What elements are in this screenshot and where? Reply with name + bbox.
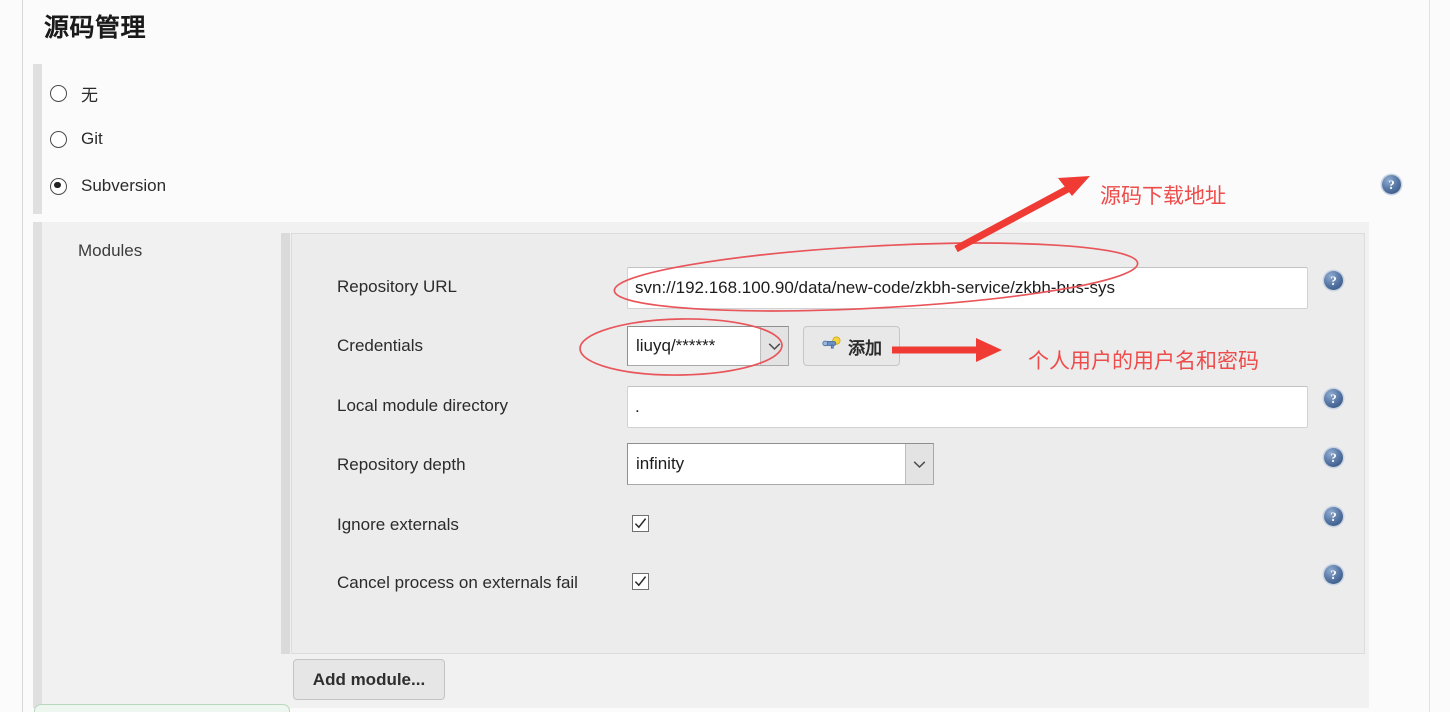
radio-git[interactable]	[50, 130, 67, 148]
subversion-module-form: Repository URL svn://192.168.100.90/data…	[291, 233, 1365, 654]
cancel-process-on-externals-fail-checkbox[interactable]	[632, 573, 649, 590]
repository-depth-select[interactable]: infinity	[627, 443, 934, 485]
scm-option-none-label: 无	[81, 85, 98, 105]
add-credentials-button[interactable]: 添加	[803, 326, 900, 366]
add-module-button[interactable]: Add module...	[293, 659, 445, 700]
field-local-module-directory: Local module directory	[337, 396, 508, 416]
module-inner-guide-bar	[281, 233, 290, 654]
ignore-externals-label: Ignore externals	[337, 515, 459, 534]
cancel-process-on-externals-fail-label: Cancel process on externals fail	[337, 573, 578, 592]
scm-option-subversion[interactable]: Subversion	[50, 171, 166, 201]
add-module-button-label: Add module...	[312, 669, 426, 689]
bottom-status-strip	[34, 704, 290, 712]
field-repository-url: Repository URL	[337, 277, 457, 297]
help-icon-ignore-externals[interactable]: ?	[1324, 507, 1343, 526]
repository-depth-label: Repository depth	[337, 455, 466, 474]
scm-option-none[interactable]: 无	[50, 78, 98, 108]
field-repository-depth: Repository depth	[337, 455, 466, 475]
add-credentials-button-label: 添加	[848, 338, 882, 358]
credentials-label: Credentials	[337, 336, 423, 355]
chevron-down-icon[interactable]	[905, 444, 933, 484]
repository-url-input[interactable]: svn://192.168.100.90/data/new-code/zkbh-…	[627, 267, 1308, 309]
modules-guide-bar	[33, 222, 42, 708]
page-left-divider	[22, 0, 23, 712]
help-icon-repository-depth[interactable]: ?	[1324, 448, 1343, 467]
ignore-externals-checkbox[interactable]	[632, 515, 649, 532]
scm-option-subversion-label: Subversion	[81, 176, 167, 195]
scm-option-git-label: Git	[81, 129, 103, 148]
annotation-label-credentials: 个人用户的用户名和密码	[1028, 349, 1259, 373]
scm-section-guide-bar	[33, 64, 42, 214]
annotation-label-source-url: 源码下载地址	[1100, 184, 1226, 208]
scm-option-git[interactable]: Git	[50, 124, 103, 154]
credentials-select-value: liuyq/******	[636, 336, 716, 355]
field-cancel-process-on-externals-fail: Cancel process on externals fail	[337, 573, 578, 593]
help-icon-scm[interactable]: ?	[1382, 175, 1401, 194]
local-module-directory-label: Local module directory	[337, 396, 509, 415]
page-title: 源码管理	[44, 14, 147, 42]
key-icon	[821, 336, 842, 356]
local-module-directory-input[interactable]: .	[627, 386, 1308, 428]
field-ignore-externals: Ignore externals	[337, 515, 459, 535]
credentials-select[interactable]: liuyq/******	[627, 326, 789, 366]
source-code-management-page: 源码管理 无 Git Subversion ? Modules Reposito…	[0, 0, 1450, 712]
radio-none[interactable]	[50, 84, 67, 102]
radio-subversion[interactable]	[50, 177, 67, 195]
chevron-down-icon[interactable]	[760, 327, 788, 365]
field-credentials: Credentials	[337, 336, 423, 356]
modules-label: Modules	[78, 241, 143, 260]
help-icon-repository-url[interactable]: ?	[1324, 271, 1343, 290]
help-icon-cancel-process-on-externals-fail[interactable]: ?	[1324, 565, 1343, 584]
page-right-divider	[1429, 0, 1430, 712]
help-icon-local-module-directory[interactable]: ?	[1324, 389, 1343, 408]
repository-depth-select-value: infinity	[636, 454, 685, 473]
repository-url-label: Repository URL	[337, 277, 457, 296]
